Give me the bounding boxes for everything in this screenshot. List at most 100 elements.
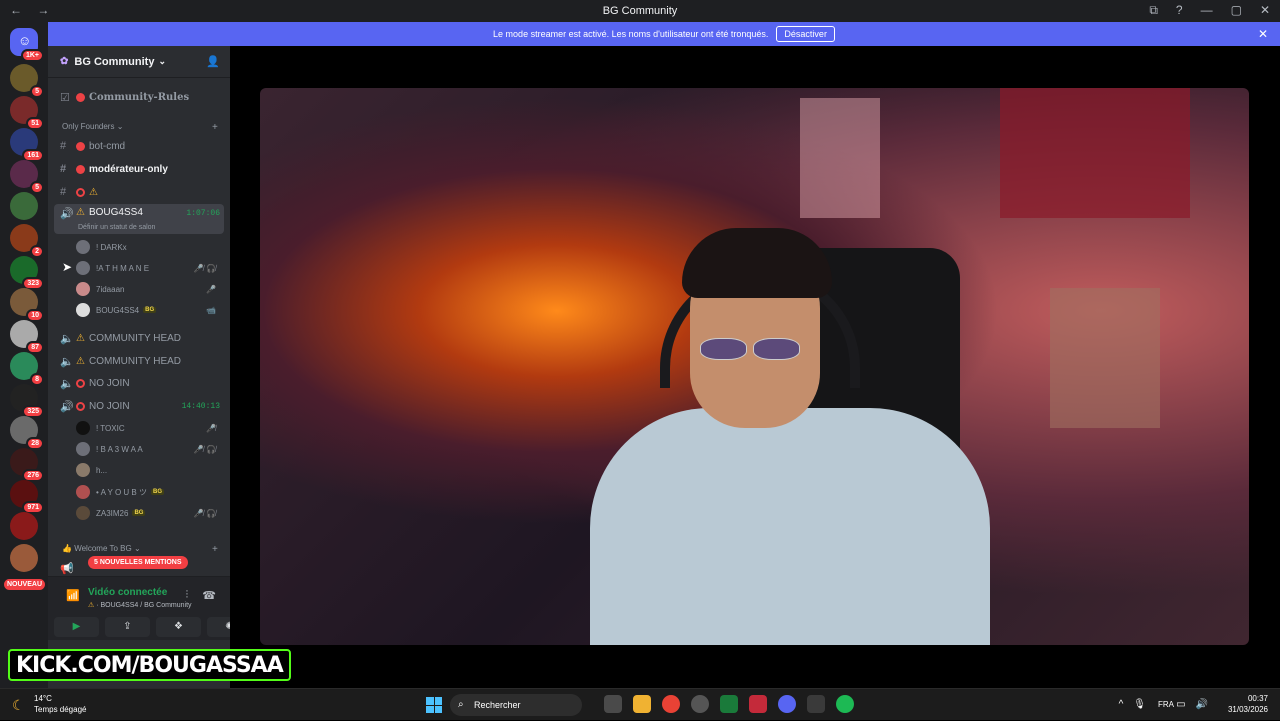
disconnect-icon[interactable]: ☎ (202, 589, 216, 602)
server-icon[interactable]: 323 (10, 256, 44, 290)
steam-icon[interactable] (691, 695, 709, 713)
channel-moderateur-only[interactable]: # modérateur-only (54, 159, 224, 179)
add-channel-icon[interactable]: + (212, 544, 218, 555)
mouse-cursor: ➤ (62, 260, 73, 274)
home-button[interactable]: 1K+ (10, 28, 44, 62)
server-icon[interactable]: 8 (10, 352, 44, 386)
channel-warning[interactable]: # ⚠ (54, 182, 224, 202)
server-icon[interactable]: 161 (10, 128, 44, 162)
channel-sidebar: ✿ BG Community ⌄ 👤 ☑ Community-Rules Onl… (48, 46, 252, 688)
chevron-up-icon[interactable]: ^ (1119, 699, 1124, 710)
screen-share-button[interactable]: ⇪ (105, 617, 150, 637)
server-icon[interactable]: 325 (10, 384, 44, 418)
start-button[interactable] (426, 697, 442, 713)
search-placeholder: Rechercher (474, 700, 521, 710)
muted-deafened-icon: 🎤̸ 🎧̸ (193, 263, 216, 273)
tray-icons: ^ 🎙 (1119, 699, 1146, 710)
home-badge: 1K+ (20, 49, 44, 62)
speaker-icon: 🔈 (60, 332, 74, 345)
disable-button[interactable]: Désactiver (776, 26, 835, 42)
server-icon[interactable] (10, 192, 38, 220)
server-icon[interactable] (10, 544, 38, 572)
voice-user[interactable]: ! TOXIC 🎤̸ (76, 419, 220, 437)
channel-name: BOUG4SS4 (88, 207, 143, 218)
category-only-founders[interactable]: Only Founders ⌄ + (62, 122, 218, 133)
category-name: Welcome To BG (74, 544, 132, 553)
rules-icon: ☑ (60, 91, 70, 104)
voice-channel-no-join[interactable]: 🔈 NO JOIN (54, 373, 224, 393)
activities-button[interactable]: ❖ (156, 617, 201, 637)
noise-suppression-icon[interactable]: ⫶ (186, 589, 189, 602)
server-icon[interactable]: 5 (10, 160, 44, 194)
server-icon[interactable]: 971 (10, 480, 44, 514)
voice-channel-community-head[interactable]: 🔈 ⚠ COMMUNITY HEAD (54, 351, 224, 371)
search-box[interactable]: ⌕ Rechercher (450, 694, 582, 716)
voice-user[interactable]: 7idaaan 🎤 (76, 280, 220, 298)
language-indicator[interactable]: FRA (1158, 700, 1174, 709)
discord-icon[interactable] (778, 695, 796, 713)
title-bar: ← → BG Community ⧉ ? — ▢ ✕ (0, 0, 1280, 22)
add-member-icon[interactable]: 👤 (206, 55, 220, 68)
user-name: • A Y O U B ツ (96, 487, 147, 497)
voice-channel-info: ⚠ · BOUG4SS4 / BG Community (88, 602, 192, 609)
voice-user[interactable]: ! DARKx (76, 238, 220, 256)
game-icon[interactable] (720, 695, 738, 713)
banner-close-icon[interactable]: ✕ (1258, 27, 1268, 41)
help-icon[interactable]: ? (1176, 3, 1183, 18)
voice-user[interactable]: ZA3IM26 BG 🎤̸ 🎧̸ (76, 504, 220, 522)
task-view-icon[interactable] (604, 695, 622, 713)
search-icon: ⌕ (458, 699, 464, 710)
hashtag-icon: # (60, 186, 67, 198)
voice-user[interactable]: BOUG4SS4 BG 📹 (76, 301, 220, 319)
prohibited-icon (76, 401, 85, 411)
close-button[interactable]: ✕ (1260, 3, 1270, 18)
new-mentions-badge[interactable]: 5 NOUVELLES MENTIONS (88, 556, 188, 569)
microphone-icon[interactable]: 🎙 (1133, 699, 1146, 710)
server-icon[interactable]: 5 (10, 64, 44, 98)
network-volume-icons[interactable]: ▭ 🔊 (1176, 699, 1208, 710)
camera-button[interactable]: ▶ (54, 617, 99, 637)
voice-user[interactable]: !A T H M A N E 🎤̸ 🎧̸ (76, 259, 220, 277)
voice-channel-no-join[interactable]: 🔊 NO JOIN 14:40:13 (54, 396, 224, 416)
screen-share-icon[interactable]: ⧉ (1149, 3, 1158, 18)
server-icon[interactable] (10, 512, 38, 540)
avatar (76, 282, 90, 296)
category-welcome[interactable]: 👍 Welcome To BG ⌄ + (62, 544, 218, 555)
server-tag: BG (132, 510, 146, 516)
channel-name: COMMUNITY HEAD (88, 332, 182, 344)
server-icon[interactable]: 51 (10, 96, 44, 130)
channel-bot-cmd[interactable]: # bot-cmd (54, 136, 224, 156)
server-icon[interactable]: 28 (10, 416, 44, 450)
chrome-icon[interactable] (662, 695, 680, 713)
video-stream[interactable] (260, 88, 1249, 645)
warning-icon: ⚠ (76, 355, 85, 367)
channel-status[interactable]: Définir un statut de salon (78, 224, 155, 231)
server-icon[interactable]: 87 (10, 320, 44, 354)
spotify-icon[interactable] (836, 695, 854, 713)
no-entry-icon (76, 92, 85, 102)
server-icon[interactable]: 2 (10, 224, 44, 258)
hashtag-icon: # (60, 140, 67, 152)
file-explorer-icon[interactable] (633, 695, 651, 713)
voice-status[interactable]: Vidéo connectée (88, 587, 167, 598)
window-title: BG Community (602, 5, 678, 17)
adobe-icon[interactable] (749, 695, 767, 713)
avatar (76, 240, 90, 254)
maximize-button[interactable]: ▢ (1231, 3, 1242, 18)
launcher-icon[interactable] (807, 695, 825, 713)
voice-channel-name: BOUG4SS4 / BG Community (100, 602, 192, 609)
server-badge: 2 (30, 245, 44, 258)
voice-channel-community-head[interactable]: 🔈 ⚠ COMMUNITY HEAD (54, 328, 224, 348)
minimize-button[interactable]: — (1201, 3, 1213, 18)
server-icon[interactable]: 10 (10, 288, 44, 322)
channel-community-rules[interactable]: ☑ Community-Rules (54, 87, 224, 107)
server-icon[interactable]: 276 (10, 448, 44, 482)
add-channel-icon[interactable]: + (212, 122, 218, 133)
voice-user[interactable]: h... (76, 461, 220, 479)
guild-header[interactable]: ✿ BG Community ⌄ 👤 (48, 46, 230, 78)
new-badge[interactable]: NOUVEAU (4, 579, 46, 590)
voice-user[interactable]: ! B A 3 W A A 🎤̸ 🎧̸ (76, 440, 220, 458)
voice-user[interactable]: • A Y O U B ツ BG (76, 483, 220, 501)
clock[interactable]: 00:37 31/03/2026 (1208, 694, 1268, 716)
date: 31/03/2026 (1227, 705, 1268, 714)
